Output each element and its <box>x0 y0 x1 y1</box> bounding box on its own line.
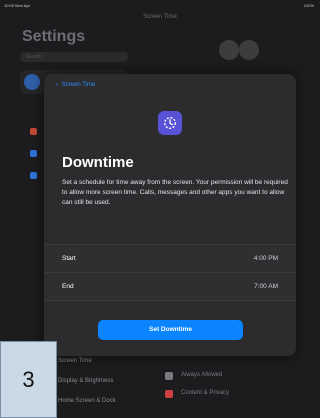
end-label: End <box>62 283 74 290</box>
modal-description: Set a schedule for time away from the sc… <box>62 179 288 206</box>
background-list-item[interactable]: Home Screen & Dock <box>58 398 148 412</box>
background-list-item-label: Home Screen & Dock <box>58 398 116 404</box>
status-bar: 10:00 Mon Apr 100% <box>0 0 320 12</box>
always-allowed-icon <box>165 372 173 380</box>
page-number-badge: 3 <box>0 341 57 418</box>
chevron-left-icon: ‹ <box>56 82 58 88</box>
content-privacy-icon <box>165 390 173 398</box>
background-list-item-label: Screen Time <box>58 358 92 364</box>
background-right-item-label: Always Allowed <box>181 372 223 378</box>
search-input[interactable]: Search <box>20 52 128 62</box>
background-header-icons <box>219 40 259 60</box>
start-label: Start <box>62 255 76 262</box>
set-downtime-button[interactable]: Set Downtime <box>98 320 243 340</box>
back-button[interactable]: ‹ Screen Time <box>56 82 95 88</box>
settings-title: Settings <box>22 28 86 45</box>
background-right-item[interactable]: Content & Privacy <box>165 388 255 400</box>
settings-icon-blue <box>30 172 37 179</box>
battery-indicator: 100% <box>303 3 314 8</box>
background-right-item-label: Content & Privacy <box>181 390 230 396</box>
background-right-item[interactable]: Always Allowed <box>165 370 255 382</box>
background-icon <box>219 40 239 60</box>
downtime-modal: ‹ Screen Time Downtime Set a schedule fo… <box>44 74 296 356</box>
status-time: 10:00 Mon Apr <box>4 3 31 8</box>
background-icon <box>239 40 259 60</box>
start-time-value: 4:00 PM <box>253 255 278 262</box>
settings-icon-red <box>30 128 37 135</box>
background-nav-title: Screen Time <box>143 14 177 20</box>
schedule-list: Start 4:00 PM End 7:00 AM <box>44 244 296 301</box>
background-list-item-label: Display & Brightness <box>58 378 114 384</box>
background-list-item[interactable]: Screen Time <box>58 358 148 372</box>
background-list-item[interactable]: Display & Brightness <box>58 378 148 392</box>
start-time-row[interactable]: Start 4:00 PM <box>44 244 296 272</box>
settings-icon-blue <box>30 150 37 157</box>
modal-title: Downtime <box>62 154 134 171</box>
avatar <box>24 74 40 90</box>
end-time-row[interactable]: End 7:00 AM <box>44 272 296 301</box>
downtime-icon <box>158 111 182 135</box>
downtime-glyph <box>163 116 177 130</box>
back-button-label: Screen Time <box>61 82 96 88</box>
end-time-value: 7:00 AM <box>254 283 278 290</box>
